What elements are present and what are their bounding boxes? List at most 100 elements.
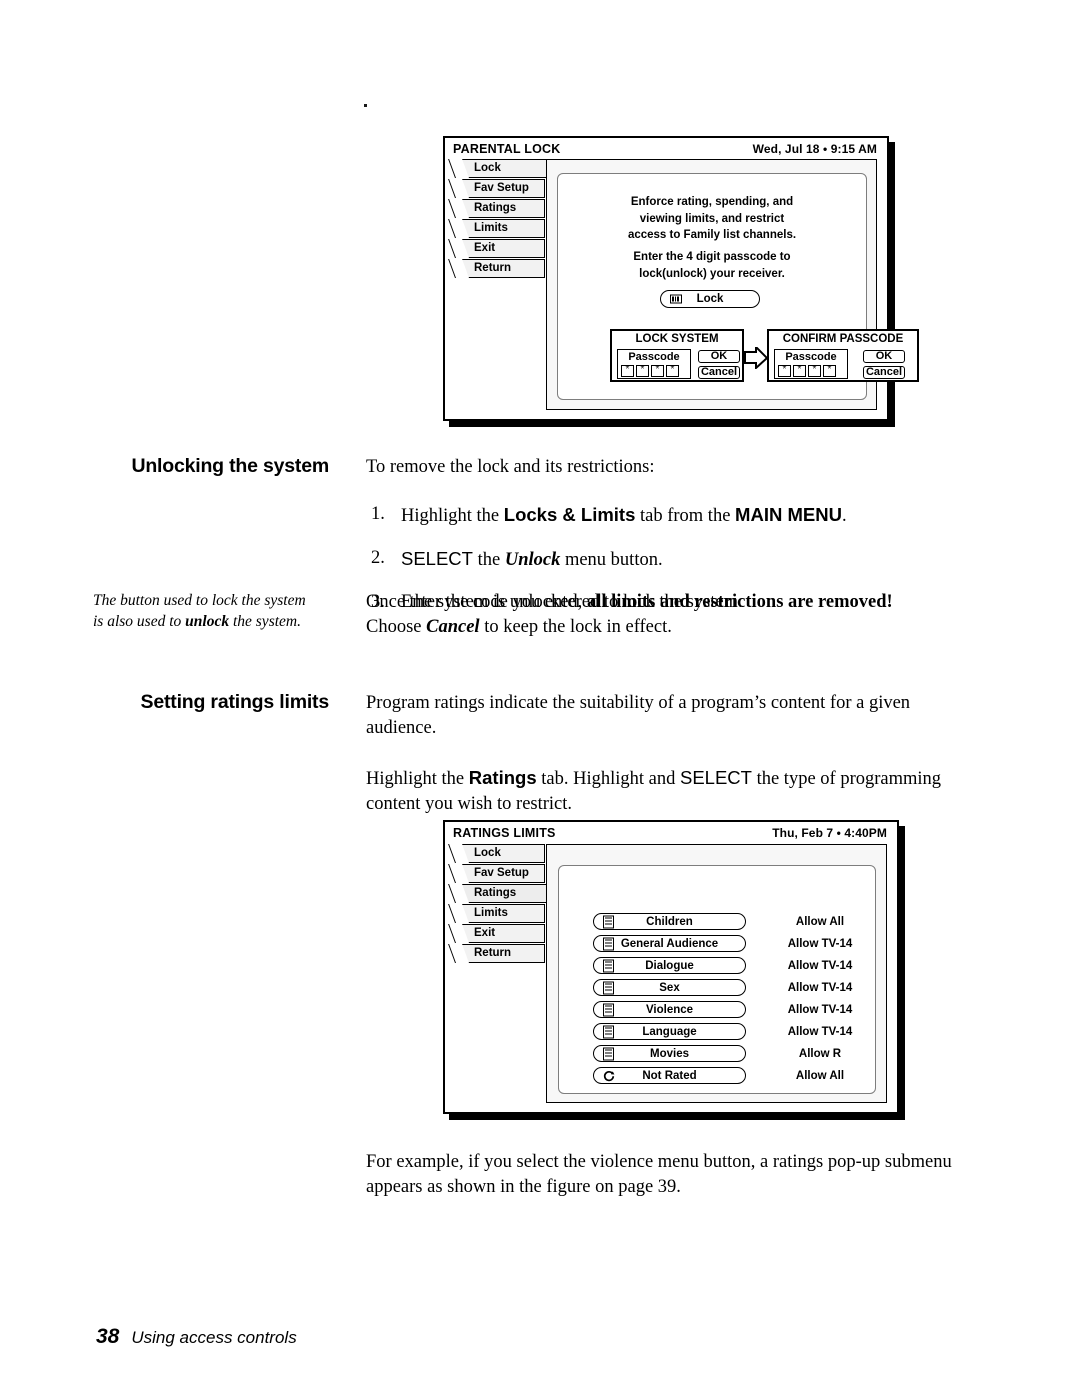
- outcome-part: to keep the lock in effect.: [479, 617, 672, 637]
- rating-value-language[interactable]: Allow TV-14: [765, 1026, 875, 1038]
- rating-row-children[interactable]: Children: [593, 913, 746, 930]
- confirm-passcode-label: Passcode: [785, 351, 837, 363]
- step-text-part: menu button.: [560, 550, 663, 570]
- lock-system-passcode-digits[interactable]: * * * *: [621, 365, 679, 377]
- lock-system-passcode-box[interactable]: Passcode * * * *: [617, 349, 691, 379]
- ratings-para2-part: SELECT: [679, 767, 752, 788]
- page-number: 38: [96, 1325, 120, 1348]
- figure1-tab-ratings[interactable]: Ratings: [455, 199, 545, 218]
- passcode-digit[interactable]: *: [621, 365, 634, 377]
- lock-system-dialog: LOCK SYSTEM Passcode * * * * OK Cancel: [610, 329, 744, 382]
- unlocking-section-heading: Unlocking the system: [131, 455, 329, 477]
- ratings-para2-part: Ratings: [468, 767, 537, 788]
- rating-row-sex[interactable]: Sex: [593, 979, 746, 996]
- rating-row-violence[interactable]: Violence: [593, 1001, 746, 1018]
- figure1-description-line-3: access to Family list channels.: [627, 229, 797, 241]
- rating-row-label: Sex: [659, 982, 680, 994]
- lock-button-label: Lock: [696, 293, 724, 305]
- closing-paragraph: For example, if you select the violence …: [366, 1150, 991, 1200]
- rating-value-movies[interactable]: Allow R: [765, 1048, 875, 1060]
- figure1-panel: Enforce rating, spending, and viewing li…: [546, 159, 919, 410]
- passcode-digit[interactable]: *: [823, 365, 836, 377]
- figure1-tab-lock-label: Lock: [474, 162, 501, 174]
- figure1-tab-limits[interactable]: Limits: [455, 219, 545, 238]
- ratings-para2-part: tab. Highlight and: [536, 769, 680, 789]
- ratings-section-heading: Setting ratings limits: [140, 691, 330, 713]
- rating-value-violence[interactable]: Allow TV-14: [765, 1004, 875, 1016]
- passcode-digit[interactable]: *: [636, 365, 649, 377]
- confirm-passcode-dialog: CONFIRM PASSCODE Passcode * * * * OK Can…: [767, 329, 919, 382]
- confirm-passcode-cancel-button[interactable]: Cancel: [863, 366, 905, 379]
- rating-value-not-rated[interactable]: Allow All: [765, 1070, 875, 1082]
- figure1-description-line-1: Enforce rating, spending, and: [630, 196, 794, 208]
- figure1-tab-exit-label: Exit: [474, 242, 496, 254]
- rating-value-children[interactable]: Allow All: [765, 916, 875, 928]
- rating-row-not-rated[interactable]: Not Rated: [593, 1067, 746, 1084]
- figure2-tab-return-label: Return: [474, 947, 512, 959]
- figure2-tab-exit[interactable]: Exit: [455, 924, 545, 943]
- confirm-passcode-ok-button[interactable]: OK: [863, 350, 905, 363]
- figure1-description-line-2: viewing limits, and restrict: [639, 212, 785, 225]
- rating-value-dialogue[interactable]: Allow TV-14: [765, 960, 875, 972]
- figure2-tab-return[interactable]: Return: [455, 944, 545, 963]
- outcome-part: all limits and restrictions are removed!: [586, 592, 893, 612]
- rating-row-movies[interactable]: Movies: [593, 1045, 746, 1062]
- figure1-title: PARENTAL LOCK: [453, 142, 561, 156]
- figure2-tab-ratings[interactable]: Ratings: [455, 884, 557, 903]
- passcode-digit[interactable]: *: [793, 365, 806, 377]
- lock-system-cancel-button[interactable]: Cancel: [698, 366, 740, 379]
- passcode-digit[interactable]: *: [778, 365, 791, 377]
- list-item: 2. SELECT the Unlock menu button.: [366, 546, 991, 573]
- step-text-part: Unlock: [504, 550, 561, 570]
- figure2-tab-fav-setup[interactable]: Fav Setup: [455, 864, 545, 883]
- outcome-part: Once the system is unlocked,: [366, 592, 587, 612]
- rating-value-general-audience[interactable]: Allow TV-14: [765, 938, 875, 950]
- figure2-tab-limits[interactable]: Limits: [455, 904, 545, 923]
- page-footer: 38 Using access controls: [96, 1325, 297, 1349]
- figure1-tab-rail: Lock Fav Setup Ratings Limits Exit Retur…: [455, 159, 557, 279]
- figure2-title: RATINGS LIMITS: [453, 826, 556, 840]
- lock-system-dialog-title: LOCK SYSTEM: [635, 333, 719, 345]
- figure2-panel: Children Allow All General Audience Allo…: [546, 844, 887, 1103]
- rating-row-label: Violence: [645, 1004, 694, 1016]
- figure1-tab-return[interactable]: Return: [455, 259, 545, 278]
- rating-row-label: Language: [642, 1026, 697, 1038]
- figure-parental-lock: PARENTAL LOCK Wed, Jul 18 • 9:15 AM Lock…: [443, 136, 919, 421]
- figure1-tab-exit[interactable]: Exit: [455, 239, 545, 258]
- closing-line-1: For example, if you select the violence …: [366, 1152, 952, 1172]
- rating-row-dialogue[interactable]: Dialogue: [593, 957, 746, 974]
- lock-system-passcode-label: Passcode: [628, 351, 680, 363]
- ratings-para1-line-1: Program ratings indicate the suitability…: [366, 693, 911, 713]
- rating-row-general-audience[interactable]: General Audience: [593, 935, 746, 952]
- lock-button[interactable]: Lock: [660, 290, 760, 308]
- figure2-tab-lock[interactable]: Lock: [455, 844, 545, 863]
- list-item: 1. Highlight the Locks & Limits tab from …: [366, 502, 991, 529]
- passcode-digit[interactable]: *: [666, 365, 679, 377]
- passcode-digit[interactable]: *: [651, 365, 664, 377]
- lock-system-ok-button[interactable]: OK: [698, 350, 740, 363]
- margin-note-line-2: is also used to unlock the system.: [93, 611, 343, 632]
- figure2-tab-lock-label: Lock: [474, 847, 501, 859]
- ratings-para2-line-1: Highlight the Ratings tab. Highlight and…: [366, 765, 991, 792]
- passcode-digit[interactable]: *: [808, 365, 821, 377]
- figure1-tab-fav-setup[interactable]: Fav Setup: [455, 179, 545, 198]
- rating-row-language[interactable]: Language: [593, 1023, 746, 1040]
- confirm-passcode-digits[interactable]: * * * *: [778, 365, 836, 377]
- rating-row-label: Movies: [650, 1048, 689, 1060]
- rating-value-sex[interactable]: Allow TV-14: [765, 982, 875, 994]
- margin-note-part: unlock: [185, 613, 230, 630]
- footer-chapter-label: Using access controls: [131, 1328, 297, 1347]
- step-number: 2.: [371, 548, 385, 568]
- margin-note-part: is also used to: [93, 613, 186, 630]
- list-icon: [603, 981, 614, 994]
- unlocking-intro-text: To remove the lock and its restrictions:: [366, 457, 655, 477]
- confirm-passcode-dialog-title: CONFIRM PASSCODE: [782, 333, 904, 345]
- confirm-passcode-box[interactable]: Passcode * * * *: [774, 349, 848, 379]
- figure1-clock: Wed, Jul 18 • 9:15 AM: [752, 142, 877, 156]
- unlocking-outcome-paragraph: Once the system is unlocked, all limits …: [366, 590, 991, 640]
- figure1-tab-fav-setup-label: Fav Setup: [474, 182, 529, 194]
- figure1-inner-panel: Enforce rating, spending, and viewing li…: [557, 173, 919, 400]
- figure1-instruction-line-2: lock(unlock) your receiver.: [639, 267, 785, 280]
- rating-row-label: Not Rated: [642, 1070, 697, 1082]
- figure1-tab-lock[interactable]: Lock: [455, 159, 557, 178]
